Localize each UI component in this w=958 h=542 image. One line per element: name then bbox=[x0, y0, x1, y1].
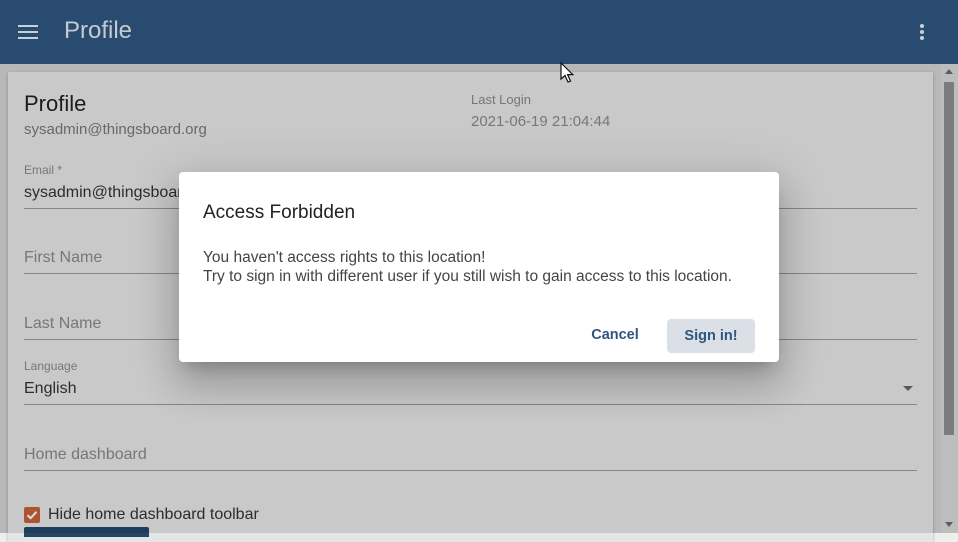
sign-in-button[interactable]: Sign in! bbox=[667, 319, 755, 353]
dialog-message-line1: You haven't access rights to this locati… bbox=[203, 249, 486, 266]
access-forbidden-dialog: Access Forbidden You haven't access righ… bbox=[179, 172, 779, 362]
cancel-button[interactable]: Cancel bbox=[582, 319, 648, 351]
mouse-cursor-icon bbox=[560, 62, 574, 83]
dialog-title: Access Forbidden bbox=[203, 202, 356, 223]
dialog-message-line2: Try to sign in with different user if yo… bbox=[203, 268, 732, 285]
